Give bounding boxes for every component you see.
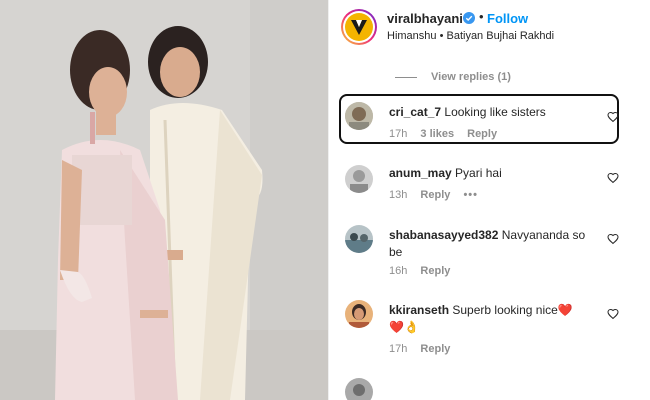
commenter-username[interactable]: shabanasayyed382	[389, 228, 498, 242]
comment-text: Looking like sisters	[444, 105, 546, 119]
more-options-icon[interactable]: •••	[463, 189, 478, 201]
heart-outline-icon[interactable]	[607, 233, 619, 245]
reply-button[interactable]: Reply	[420, 343, 450, 355]
verified-badge-icon	[463, 12, 475, 24]
comment-item: kkiranseth Superb looking nice❤️ ❤️👌 17h …	[329, 300, 650, 360]
reply-button[interactable]: Reply	[467, 128, 497, 140]
commenter-avatar[interactable]	[345, 225, 373, 253]
comment-time: 16h	[389, 265, 408, 277]
comment-text: Superb looking nice❤️	[452, 303, 573, 317]
header-separator: •	[479, 9, 484, 24]
comment-time: 17h	[389, 128, 408, 140]
replies-divider	[395, 76, 417, 78]
commenter-avatar[interactable]	[345, 300, 373, 328]
post-author-username[interactable]: viralbhayani	[387, 11, 463, 26]
post-header: viralbhayani • Follow Himanshu • Batiyan…	[329, 0, 650, 55]
comment-time: 17h	[389, 343, 408, 355]
comment-item: cri_cat_7 Looking like sisters 17h 3 lik…	[329, 100, 650, 150]
comment-item: anum_may Pyari hai 13h Reply •••	[329, 163, 650, 213]
commenter-avatar[interactable]	[345, 378, 373, 400]
comment-item: shabanasayyed382 Navyananda so be 16h Re…	[329, 225, 650, 285]
comment-time: 13h	[389, 189, 408, 201]
heart-outline-icon[interactable]	[607, 111, 619, 123]
brand-logo-icon	[345, 13, 373, 41]
comment-item-partial	[329, 378, 650, 400]
post-audio-subtitle[interactable]: Himanshu • Batiyan Bujhai Rakhdi	[387, 30, 554, 42]
commenter-username[interactable]: cri_cat_7	[389, 105, 441, 119]
heart-outline-icon[interactable]	[607, 308, 619, 320]
profile-avatar[interactable]	[341, 9, 377, 45]
post-sidebar: viralbhayani • Follow Himanshu • Batiyan…	[328, 0, 650, 400]
comment-likes[interactable]: 3 likes	[420, 128, 454, 140]
commenter-username[interactable]: anum_may	[389, 166, 452, 180]
reply-button[interactable]: Reply	[420, 189, 450, 201]
comment-emoji: ❤️👌	[389, 320, 419, 334]
follow-button[interactable]: Follow	[487, 11, 528, 26]
view-replies-link[interactable]: View replies (1)	[395, 70, 511, 84]
view-replies-label: View replies (1)	[431, 71, 511, 83]
comment-text: Pyari hai	[455, 166, 502, 180]
commenter-avatar[interactable]	[345, 165, 373, 193]
commenter-username[interactable]: kkiranseth	[389, 303, 449, 317]
reply-button[interactable]: Reply	[420, 265, 450, 277]
post-photo[interactable]	[0, 0, 328, 400]
commenter-avatar[interactable]	[345, 102, 373, 130]
heart-outline-icon[interactable]	[607, 172, 619, 184]
